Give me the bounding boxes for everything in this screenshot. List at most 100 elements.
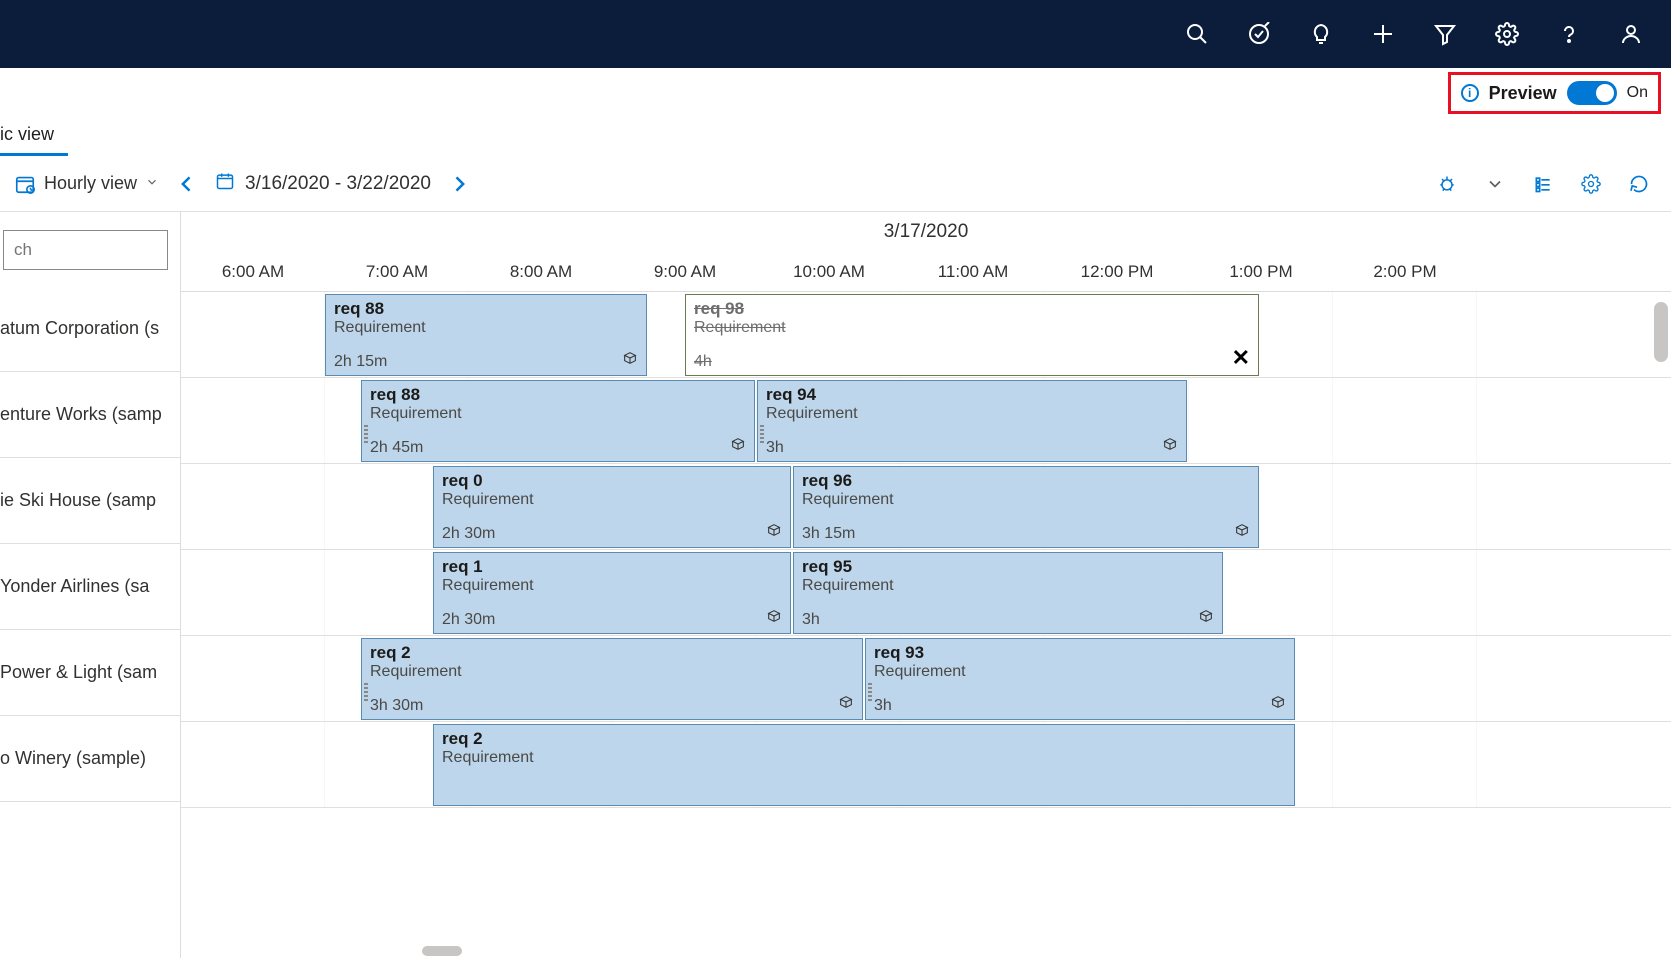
booking-type: Requirement	[766, 405, 1178, 423]
booking-duration: 3h	[766, 439, 784, 457]
next-week-button[interactable]	[449, 174, 469, 194]
list-icon[interactable]	[1533, 174, 1553, 194]
gear-icon[interactable]	[1581, 174, 1601, 194]
time-column-header: 2:00 PM	[1333, 252, 1477, 291]
schedule-row[interactable]: req 88Requirement2h 15m req 98Requirement…	[181, 292, 1671, 378]
booking-duration: 3h 30m	[370, 697, 423, 715]
time-column-header: 11:00 AM	[901, 252, 1045, 291]
booking[interactable]: req 1Requirement2h 30m	[433, 552, 791, 634]
info-icon[interactable]: i	[1461, 84, 1479, 102]
schedule-controls: Hourly view 3/16/2020 - 3/22/2020	[0, 156, 1671, 212]
booking-duration: 2h 30m	[442, 525, 495, 543]
booking-status-icon	[1270, 694, 1286, 715]
resource-row[interactable]: atum Corporation (s	[0, 286, 180, 372]
schedule-row[interactable]: req 88Requirement2h 45mreq 94Requirement…	[181, 378, 1671, 464]
resource-row[interactable]: o Winery (sample)	[0, 716, 180, 802]
booking[interactable]: req 96Requirement 3h 15m	[793, 466, 1259, 548]
booking-type: Requirement	[370, 663, 854, 681]
booking-title: req 98	[694, 299, 1250, 319]
resize-handle[interactable]	[364, 425, 368, 443]
refresh-icon[interactable]	[1629, 174, 1649, 194]
booking-type: Requirement	[802, 577, 1214, 595]
booking[interactable]: req 95Requirement 3h	[793, 552, 1223, 634]
booking-duration: 2h 15m	[334, 353, 387, 371]
booking[interactable]: req 2Requirement 3h 30m	[361, 638, 863, 720]
profile-icon[interactable]	[1619, 22, 1643, 46]
bug-icon[interactable]	[1437, 174, 1457, 194]
booking-title: req 88	[370, 385, 746, 405]
booking-type: Requirement	[442, 749, 1286, 767]
chevron-down-icon	[145, 173, 159, 194]
booking[interactable]: req 98Requirement4h✕	[685, 294, 1259, 376]
prev-week-button[interactable]	[177, 174, 197, 194]
resource-row[interactable]: Power & Light (sam	[0, 630, 180, 716]
time-column-header: 6:00 AM	[181, 252, 325, 291]
preview-toggle[interactable]	[1567, 81, 1617, 105]
booking-type: Requirement	[442, 491, 782, 509]
booking-title: req 0	[442, 471, 782, 491]
booking[interactable]: req 0Requirement 2h 30m	[433, 466, 791, 548]
date-range-picker[interactable]: 3/16/2020 - 3/22/2020	[215, 171, 431, 197]
chevron-down-icon[interactable]	[1485, 174, 1505, 194]
booking[interactable]: req 94Requirement 3h	[757, 380, 1187, 462]
booking-title: req 2	[370, 643, 854, 663]
booking[interactable]: req 2Requirement	[433, 724, 1295, 806]
lightbulb-icon[interactable]	[1309, 22, 1333, 46]
booking-title: req 95	[802, 557, 1214, 577]
gear-icon[interactable]	[1495, 22, 1519, 46]
vertical-scrollbar[interactable]	[1654, 302, 1668, 362]
booking-status-icon	[838, 694, 854, 715]
close-icon[interactable]: ✕	[1232, 345, 1250, 371]
booking-status-icon	[1234, 522, 1250, 543]
schedule-row[interactable]: req 2Requirement3h 30mreq 93Requirement3…	[181, 636, 1671, 722]
booking[interactable]: req 88Requirement2h 15m	[325, 294, 647, 376]
task-icon[interactable]	[1247, 22, 1271, 46]
booking-type: Requirement	[874, 663, 1286, 681]
app-header	[0, 0, 1671, 68]
time-header: 6:00 AM7:00 AM8:00 AM9:00 AM10:00 AM11:0…	[181, 252, 1671, 292]
question-icon[interactable]	[1557, 22, 1581, 46]
booking-duration: 3h	[874, 697, 892, 715]
booking-type: Requirement	[802, 491, 1250, 509]
schedule-row[interactable]: req 1Requirement2h 30mreq 95Requirement3…	[181, 550, 1671, 636]
booking-title: req 94	[766, 385, 1178, 405]
booking-title: req 93	[874, 643, 1286, 663]
preview-row: i Preview On	[0, 68, 1671, 112]
time-column-header: 8:00 AM	[469, 252, 613, 291]
booking-duration: 2h 45m	[370, 439, 423, 457]
filter-icon[interactable]	[1433, 22, 1457, 46]
schedule-row[interactable]: req 0Requirement2h 30mreq 96Requirement3…	[181, 464, 1671, 550]
resource-search-input[interactable]	[3, 230, 168, 270]
booking-duration: 3h	[802, 611, 820, 629]
tab-public-view[interactable]: ic view	[0, 118, 68, 156]
booking-duration: 3h 15m	[802, 525, 855, 543]
preview-label: Preview	[1489, 83, 1557, 104]
booking-type: Requirement	[694, 319, 1250, 337]
resize-handle[interactable]	[760, 425, 764, 443]
schedule-rows: req 88Requirement2h 15mreq 98Requirement…	[181, 292, 1671, 808]
resize-handle[interactable]	[364, 683, 368, 701]
booking-title: req 96	[802, 471, 1250, 491]
time-column-header: 7:00 AM	[325, 252, 469, 291]
resource-sidebar: atum Corporation (senture Works (sampie …	[0, 212, 181, 958]
preview-state: On	[1627, 84, 1648, 102]
resource-row[interactable]: enture Works (samp	[0, 372, 180, 458]
time-column-header: 9:00 AM	[613, 252, 757, 291]
time-column-header: 10:00 AM	[757, 252, 901, 291]
tab-area: ic view	[0, 112, 1671, 156]
booking-type: Requirement	[442, 577, 782, 595]
resource-row[interactable]: Yonder Airlines (sa	[0, 544, 180, 630]
booking-status-icon	[730, 436, 746, 457]
search-icon[interactable]	[1185, 22, 1209, 46]
resource-row[interactable]: ie Ski House (samp	[0, 458, 180, 544]
resize-handle[interactable]	[868, 683, 872, 701]
booking[interactable]: req 88Requirement2h 45m	[361, 380, 755, 462]
booking[interactable]: req 93Requirement 3h	[865, 638, 1295, 720]
view-select[interactable]: Hourly view	[14, 173, 159, 195]
schedule-row[interactable]: req 2Requirement	[181, 722, 1671, 808]
booking-status-icon	[1162, 436, 1178, 457]
plus-icon[interactable]	[1371, 22, 1395, 46]
schedule-area: 3/17/2020 6:00 AM7:00 AM8:00 AM9:00 AM10…	[181, 212, 1671, 958]
date-range-label: 3/16/2020 - 3/22/2020	[245, 173, 431, 195]
calendar-icon	[215, 171, 235, 197]
